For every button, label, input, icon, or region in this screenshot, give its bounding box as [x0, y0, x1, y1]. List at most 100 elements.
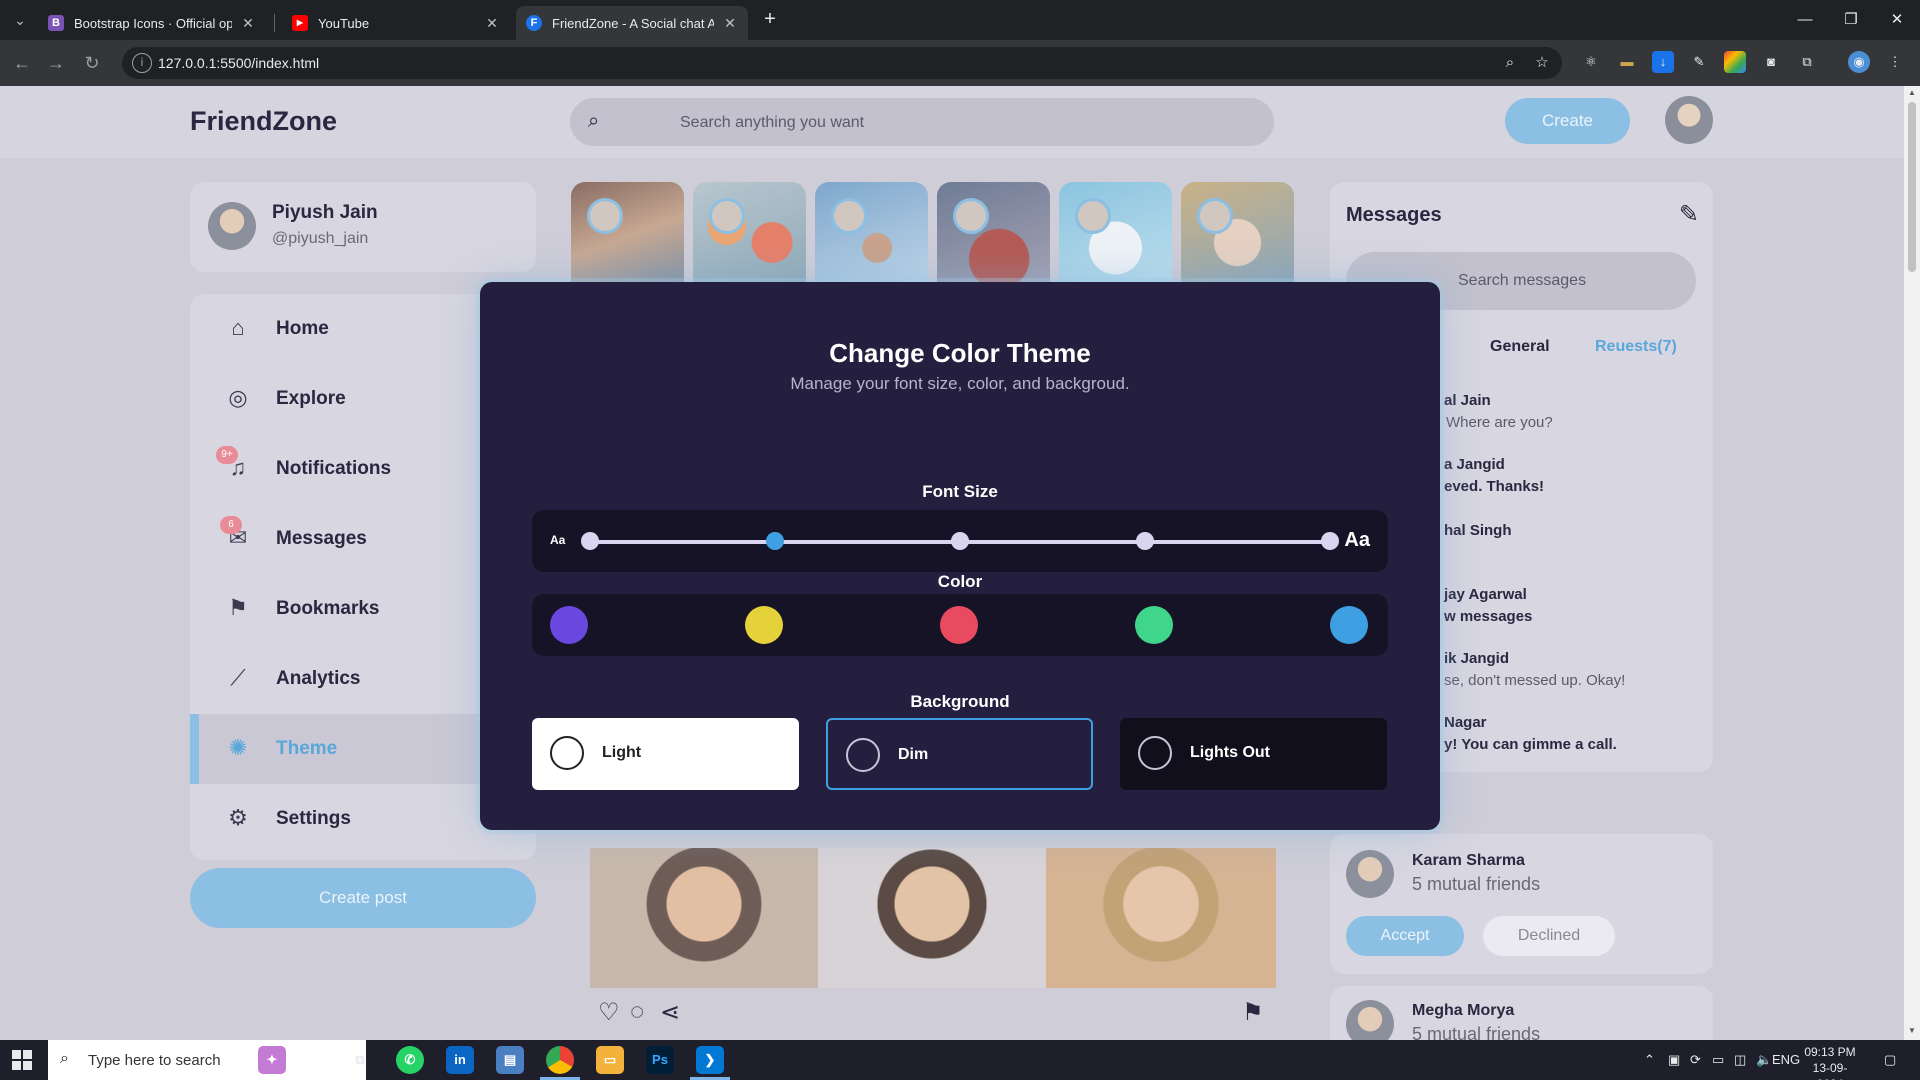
search-highlight-icon[interactable]: ✦ — [258, 1046, 286, 1074]
feed-post-image[interactable] — [590, 848, 818, 988]
back-arrow-icon[interactable]: ← — [10, 51, 34, 75]
sidebar-item-label: Home — [276, 318, 329, 339]
house-icon: ⌂ — [231, 315, 245, 340]
volume-icon[interactable]: 🔈 — [1756, 1052, 1772, 1068]
color-option-blue[interactable] — [1330, 606, 1368, 644]
windows-start-icon[interactable] — [12, 1050, 32, 1070]
kebab-menu-icon[interactable]: ⋮ — [1884, 51, 1906, 73]
comment-icon[interactable]: ◌ — [630, 998, 644, 1026]
extension-hat-icon[interactable]: ▬ — [1616, 51, 1638, 73]
profile-handle: @piyush_jain — [272, 230, 369, 247]
color-option-red[interactable] — [940, 606, 978, 644]
profile-card[interactable]: Piyush Jain @piyush_jain — [190, 182, 536, 272]
story-card[interactable] — [1059, 182, 1172, 292]
tray-chevron-icon[interactable]: ⌃ — [1644, 1052, 1655, 1068]
close-icon[interactable]: ✕ — [722, 15, 738, 32]
forward-arrow-icon[interactable]: → — [44, 51, 68, 75]
story-card[interactable] — [693, 182, 806, 292]
scrollbar-thumb[interactable] — [1908, 102, 1916, 272]
window-close-button[interactable]: ✕ — [1874, 0, 1920, 40]
app-logo[interactable]: FriendZone — [190, 106, 337, 137]
whatsapp-icon[interactable]: ✆ — [396, 1046, 424, 1074]
mutual-friends: 5 mutual friends — [1412, 874, 1541, 894]
close-icon[interactable]: ✕ — [484, 15, 500, 32]
scroll-down-icon[interactable]: ▼ — [1908, 1026, 1916, 1035]
color-option-purple[interactable] — [550, 606, 588, 644]
zoom-icon[interactable]: ⌕ — [1500, 53, 1520, 73]
feed-post-image[interactable] — [818, 848, 1046, 988]
tray-app-icon[interactable]: ▣ — [1668, 1052, 1680, 1068]
app-window-icon[interactable]: ▤ — [496, 1046, 524, 1074]
browser-tab-friendzone[interactable]: F FriendZone - A Social chat App ✕ — [516, 6, 748, 40]
restore-button[interactable]: ❐ — [1828, 0, 1874, 40]
story-card[interactable] — [815, 182, 928, 292]
network-icon[interactable]: ▭ — [1712, 1052, 1724, 1068]
photoshop-icon[interactable]: Ps — [646, 1046, 674, 1074]
color-option-green[interactable] — [1135, 606, 1173, 644]
background-option-light[interactable]: Light — [532, 718, 799, 790]
reload-icon[interactable]: ↻ — [80, 51, 104, 75]
color-option-yellow[interactable] — [745, 606, 783, 644]
page-scrollbar[interactable]: ▲ ▼ — [1904, 86, 1920, 1040]
chrome-icon[interactable] — [546, 1046, 574, 1074]
heart-icon[interactable]: ♡ — [598, 998, 620, 1027]
task-view-icon[interactable]: ⧉ — [346, 1046, 374, 1074]
radio-icon — [846, 738, 880, 772]
create-button[interactable]: Create — [1505, 98, 1630, 144]
accept-button[interactable]: Accept — [1346, 916, 1464, 956]
feed-post-image[interactable] — [1046, 848, 1276, 988]
react-devtools-icon[interactable]: ⚛ — [1580, 51, 1602, 73]
minimize-button[interactable]: — — [1782, 0, 1828, 40]
user-avatar[interactable] — [1665, 96, 1713, 144]
font-size-step-3[interactable] — [951, 532, 969, 550]
font-size-step-5[interactable] — [1321, 532, 1339, 550]
download-icon[interactable]: ↓ — [1652, 51, 1674, 73]
browser-tab-bootstrap[interactable]: B Bootstrap Icons · Official open s ✕ — [38, 6, 266, 40]
bookmark-star-icon[interactable]: ☆ — [1532, 53, 1552, 73]
profile-avatar-icon[interactable]: ◉ — [1848, 51, 1870, 73]
scroll-up-icon[interactable]: ▲ — [1908, 88, 1916, 97]
friendzone-favicon-icon: F — [526, 15, 542, 31]
create-post-button[interactable]: Create post — [190, 868, 536, 928]
browser-tab-youtube[interactable]: ▶ YouTube ✕ — [282, 6, 510, 40]
tab-search-icon[interactable]: ⌄ — [8, 8, 32, 32]
avatar — [208, 202, 256, 250]
story-avatar — [831, 198, 867, 234]
decline-button[interactable]: Declined — [1483, 916, 1615, 956]
network-icon[interactable]: ◫ — [1734, 1052, 1746, 1068]
background-option-lights-out[interactable]: Lights Out — [1120, 718, 1387, 790]
message-sender: Nagar — [1444, 714, 1487, 731]
tab-title: Bootstrap Icons · Official open s — [74, 15, 232, 31]
bookmark-icon[interactable]: ⚑ — [1242, 998, 1264, 1027]
story-card[interactable] — [937, 182, 1050, 292]
background-option-label: Light — [602, 744, 642, 761]
tab-general[interactable]: General — [1490, 338, 1550, 356]
notification-center-icon[interactable]: ▢ — [1884, 1052, 1896, 1068]
linkedin-icon[interactable]: in — [446, 1046, 474, 1074]
language-indicator[interactable]: ENG — [1772, 1052, 1800, 1067]
global-search-input[interactable]: ⌕ Search anything you want — [570, 98, 1274, 146]
site-info-icon[interactable]: i — [132, 53, 152, 73]
puzzle-extensions-icon[interactable]: ⧉ — [1796, 51, 1818, 73]
color-picker-extension-icon[interactable] — [1724, 51, 1746, 73]
font-size-step-2[interactable] — [766, 532, 784, 550]
story-card[interactable] — [571, 182, 684, 292]
share-icon[interactable]: ⋖ — [660, 998, 680, 1027]
compose-icon[interactable]: ✎ — [1679, 200, 1699, 229]
font-size-step-1[interactable] — [581, 532, 599, 550]
new-tab-button[interactable]: + — [758, 8, 782, 32]
message-preview: y! You can gimme a call. — [1444, 736, 1617, 753]
close-icon[interactable]: ✕ — [240, 15, 256, 32]
story-card[interactable] — [1181, 182, 1294, 292]
camera-extension-icon[interactable]: ◙ — [1760, 51, 1782, 73]
taskbar-search-input[interactable]: ⌕ Type here to search — [48, 1040, 366, 1080]
font-size-step-4[interactable] — [1136, 532, 1154, 550]
vscode-icon[interactable]: ❯ — [696, 1046, 724, 1074]
background-option-dim[interactable]: Dim — [826, 718, 1093, 790]
file-explorer-icon[interactable]: ▭ — [596, 1046, 624, 1074]
taskbar-clock[interactable]: 09:13 PM 13-09-2024 — [1800, 1044, 1860, 1080]
tray-sync-icon[interactable]: ⟳ — [1690, 1052, 1701, 1068]
tab-requests[interactable]: Reuests(7) — [1595, 338, 1677, 356]
address-bar[interactable]: i 127.0.0.1:5500/index.html ⌕ ☆ — [122, 47, 1562, 79]
pen-extension-icon[interactable]: ✎ — [1688, 51, 1710, 73]
